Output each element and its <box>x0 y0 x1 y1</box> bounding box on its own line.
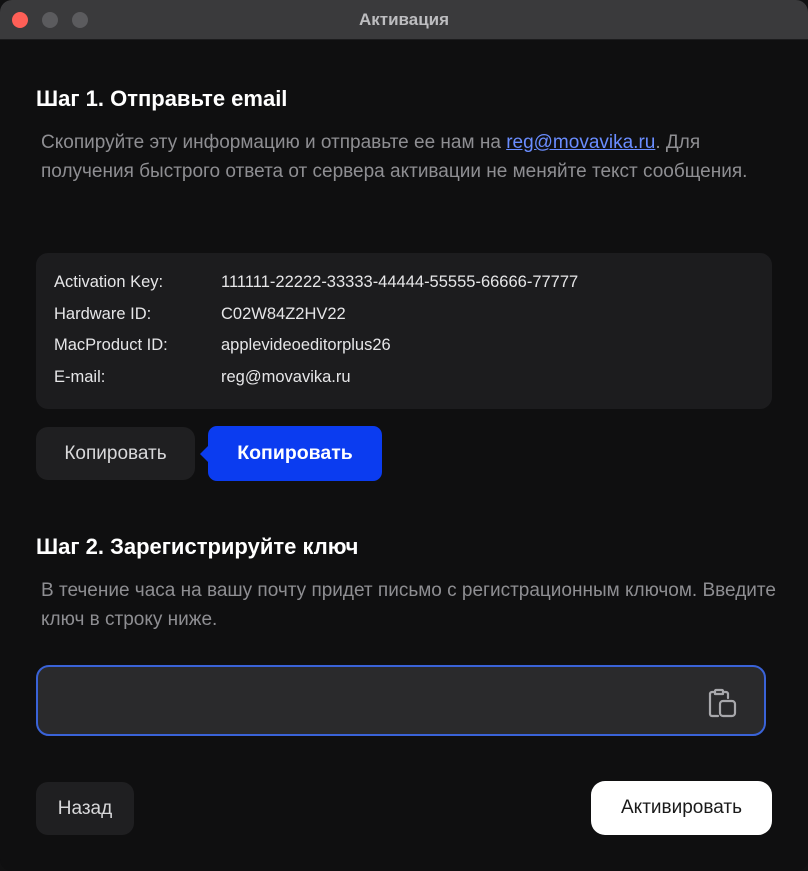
tooltip-arrow <box>200 446 208 462</box>
info-label: E-mail: <box>54 368 106 386</box>
registration-key-input[interactable] <box>52 677 692 725</box>
info-label: Hardware ID: <box>54 305 152 323</box>
email-link[interactable]: reg@movavika.ru <box>506 132 655 153</box>
step1-title: Шаг 1. Отправьте email <box>36 86 288 111</box>
info-value: C02W84Z2HV22 <box>221 305 346 323</box>
activate-button[interactable]: Активировать <box>591 781 772 835</box>
step2-title: Шаг 2. Зарегистрируйте ключ <box>36 534 359 559</box>
registration-key-field[interactable] <box>36 665 766 736</box>
title-bar: Активация <box>0 0 808 40</box>
tooltip-label: Копировать <box>237 442 353 464</box>
back-button[interactable]: Назад <box>36 782 134 835</box>
info-value: 111111-22222-33333-44444-55555-66666-777… <box>221 273 579 291</box>
info-value: reg@movavika.ru <box>221 368 351 386</box>
step1-description: Скопируйте эту информацию и отправьте ее… <box>41 128 781 186</box>
info-label: MacProduct ID: <box>54 336 168 354</box>
step1-desc-text: Скопируйте эту информацию и отправьте ее… <box>41 132 507 153</box>
activation-content: Шаг 1. Отправьте email Скопируйте эту ин… <box>0 41 808 871</box>
window-title: Активация <box>358 10 450 29</box>
paste-icon[interactable] <box>704 684 740 720</box>
step2-description: В течение часа на вашу почту придет пись… <box>41 580 776 630</box>
activation-window: Активация Шаг 1. Отправьте email Скопиру… <box>0 0 808 871</box>
copy-button[interactable]: Копировать <box>36 427 195 480</box>
activation-info-box: Activation Key: 111111-22222-33333-44444… <box>36 253 772 409</box>
info-label: Activation Key: <box>54 273 164 291</box>
info-value: applevideoeditorplus26 <box>221 336 391 354</box>
copy-tooltip: Копировать <box>200 426 382 481</box>
